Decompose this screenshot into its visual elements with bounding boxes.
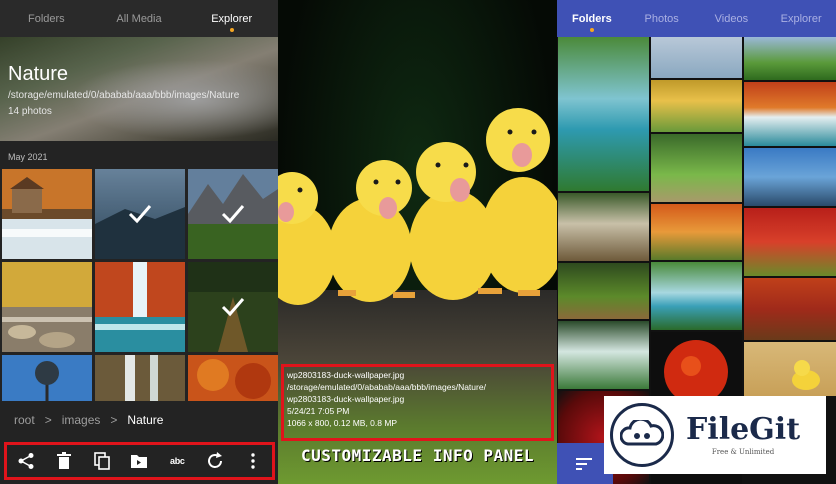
folder-thumbnail[interactable]: [744, 342, 836, 396]
breadcrumb-separator: >: [110, 413, 118, 427]
thumbnail[interactable]: [2, 355, 92, 401]
folder-thumbnail[interactable]: [744, 278, 836, 340]
check-icon: [128, 205, 152, 224]
album-header: Nature /storage/emulated/0/ababab/aaa/bb…: [0, 37, 278, 141]
folder-thumbnail[interactable]: [558, 321, 649, 389]
thumbnail[interactable]: [188, 355, 278, 401]
move-icon[interactable]: [128, 450, 150, 472]
sort-icon: [576, 457, 592, 470]
folder-thumbnail[interactable]: [558, 193, 649, 261]
folder-thumbnail[interactable]: [744, 208, 836, 276]
watermark-name: FileGit: [686, 412, 801, 447]
info-panel: wp2803183-duck-wallpaper.jpg /storage/em…: [281, 364, 554, 441]
folder-thumbnail[interactable]: [744, 37, 836, 80]
promo-caption: CUSTOMIZABLE INFO PANEL: [300, 446, 535, 465]
info-filename-repeat: wp2803183-duck-wallpaper.jpg: [287, 394, 405, 404]
folder-thumbnail[interactable]: [651, 134, 742, 202]
folder-thumbnail[interactable]: [744, 82, 836, 146]
check-icon: [221, 205, 245, 224]
tab-all-media[interactable]: All Media: [93, 0, 186, 37]
album-path: /storage/emulated/0/ababab/aaa/bbb/image…: [8, 90, 240, 101]
tab-photos[interactable]: Photos: [627, 0, 697, 37]
thumbnail[interactable]: [95, 262, 185, 352]
breadcrumb-current: Nature: [127, 413, 164, 427]
folder-thumbnail[interactable]: [651, 80, 742, 132]
month-header: May 2021: [8, 152, 48, 162]
watermark-tagline: Free & Unlimited: [711, 448, 775, 456]
info-filename: wp2803183-duck-wallpaper.jpg: [287, 370, 405, 380]
folder-thumbnail[interactable]: [651, 262, 742, 330]
folder-thumbnail[interactable]: [558, 263, 649, 319]
top-tab-bar: Folders Photos Videos Explorer: [557, 0, 836, 37]
thumbnail[interactable]: [95, 355, 185, 401]
tab-explorer[interactable]: Explorer: [185, 0, 278, 37]
breadcrumb-separator: >: [44, 413, 52, 427]
album-count: 14 photos: [8, 106, 52, 117]
screenshot-collage: Folders All Media Explorer Nature /stora…: [0, 0, 836, 484]
thumbnail[interactable]: [2, 262, 92, 352]
folder-thumbnail[interactable]: [558, 37, 649, 191]
info-date: 5/24/21 7:05 PM: [287, 406, 350, 416]
folder-thumbnail[interactable]: [744, 148, 836, 206]
share-icon[interactable]: [15, 450, 37, 472]
more-icon[interactable]: [242, 450, 264, 472]
breadcrumb-root[interactable]: root: [14, 413, 35, 427]
thumbnail[interactable]: [2, 169, 92, 259]
filegit-logo-icon: [610, 403, 674, 467]
breadcrumb: root > images > Nature: [14, 413, 163, 427]
ducklings-photo: [278, 108, 557, 305]
info-path: /storage/emulated/0/ababab/aaa/bbb/image…: [287, 382, 486, 392]
folder-thumbnail[interactable]: [651, 37, 742, 78]
folder-thumbnail[interactable]: [651, 204, 742, 260]
delete-icon[interactable]: [53, 450, 75, 472]
tab-folders[interactable]: Folders: [0, 0, 93, 37]
thumbnail-selected[interactable]: [95, 169, 185, 259]
breadcrumb-images[interactable]: images: [62, 413, 101, 427]
tab-folders[interactable]: Folders: [557, 0, 627, 37]
top-tab-bar: Folders All Media Explorer: [0, 0, 278, 37]
check-icon: [221, 298, 245, 317]
thumbnail-selected[interactable]: [188, 262, 278, 352]
tab-explorer[interactable]: Explorer: [766, 0, 836, 37]
thumbnail-selected[interactable]: [188, 169, 278, 259]
info-dimensions: 1066 x 800, 0.12 MB, 0.8 MP: [287, 418, 398, 428]
selection-toolbar: abc: [4, 442, 275, 480]
album-title: Nature: [8, 63, 69, 85]
tab-videos[interactable]: Videos: [697, 0, 767, 37]
rename-icon[interactable]: abc: [166, 450, 188, 472]
filegit-watermark: FileGit Free & Unlimited: [604, 396, 826, 474]
rotate-icon[interactable]: [204, 450, 226, 472]
copy-icon[interactable]: [91, 450, 113, 472]
image-viewer[interactable]: wp2803183-duck-wallpaper.jpg /storage/em…: [278, 0, 557, 484]
explorer-screen: Folders All Media Explorer Nature /stora…: [0, 0, 278, 484]
